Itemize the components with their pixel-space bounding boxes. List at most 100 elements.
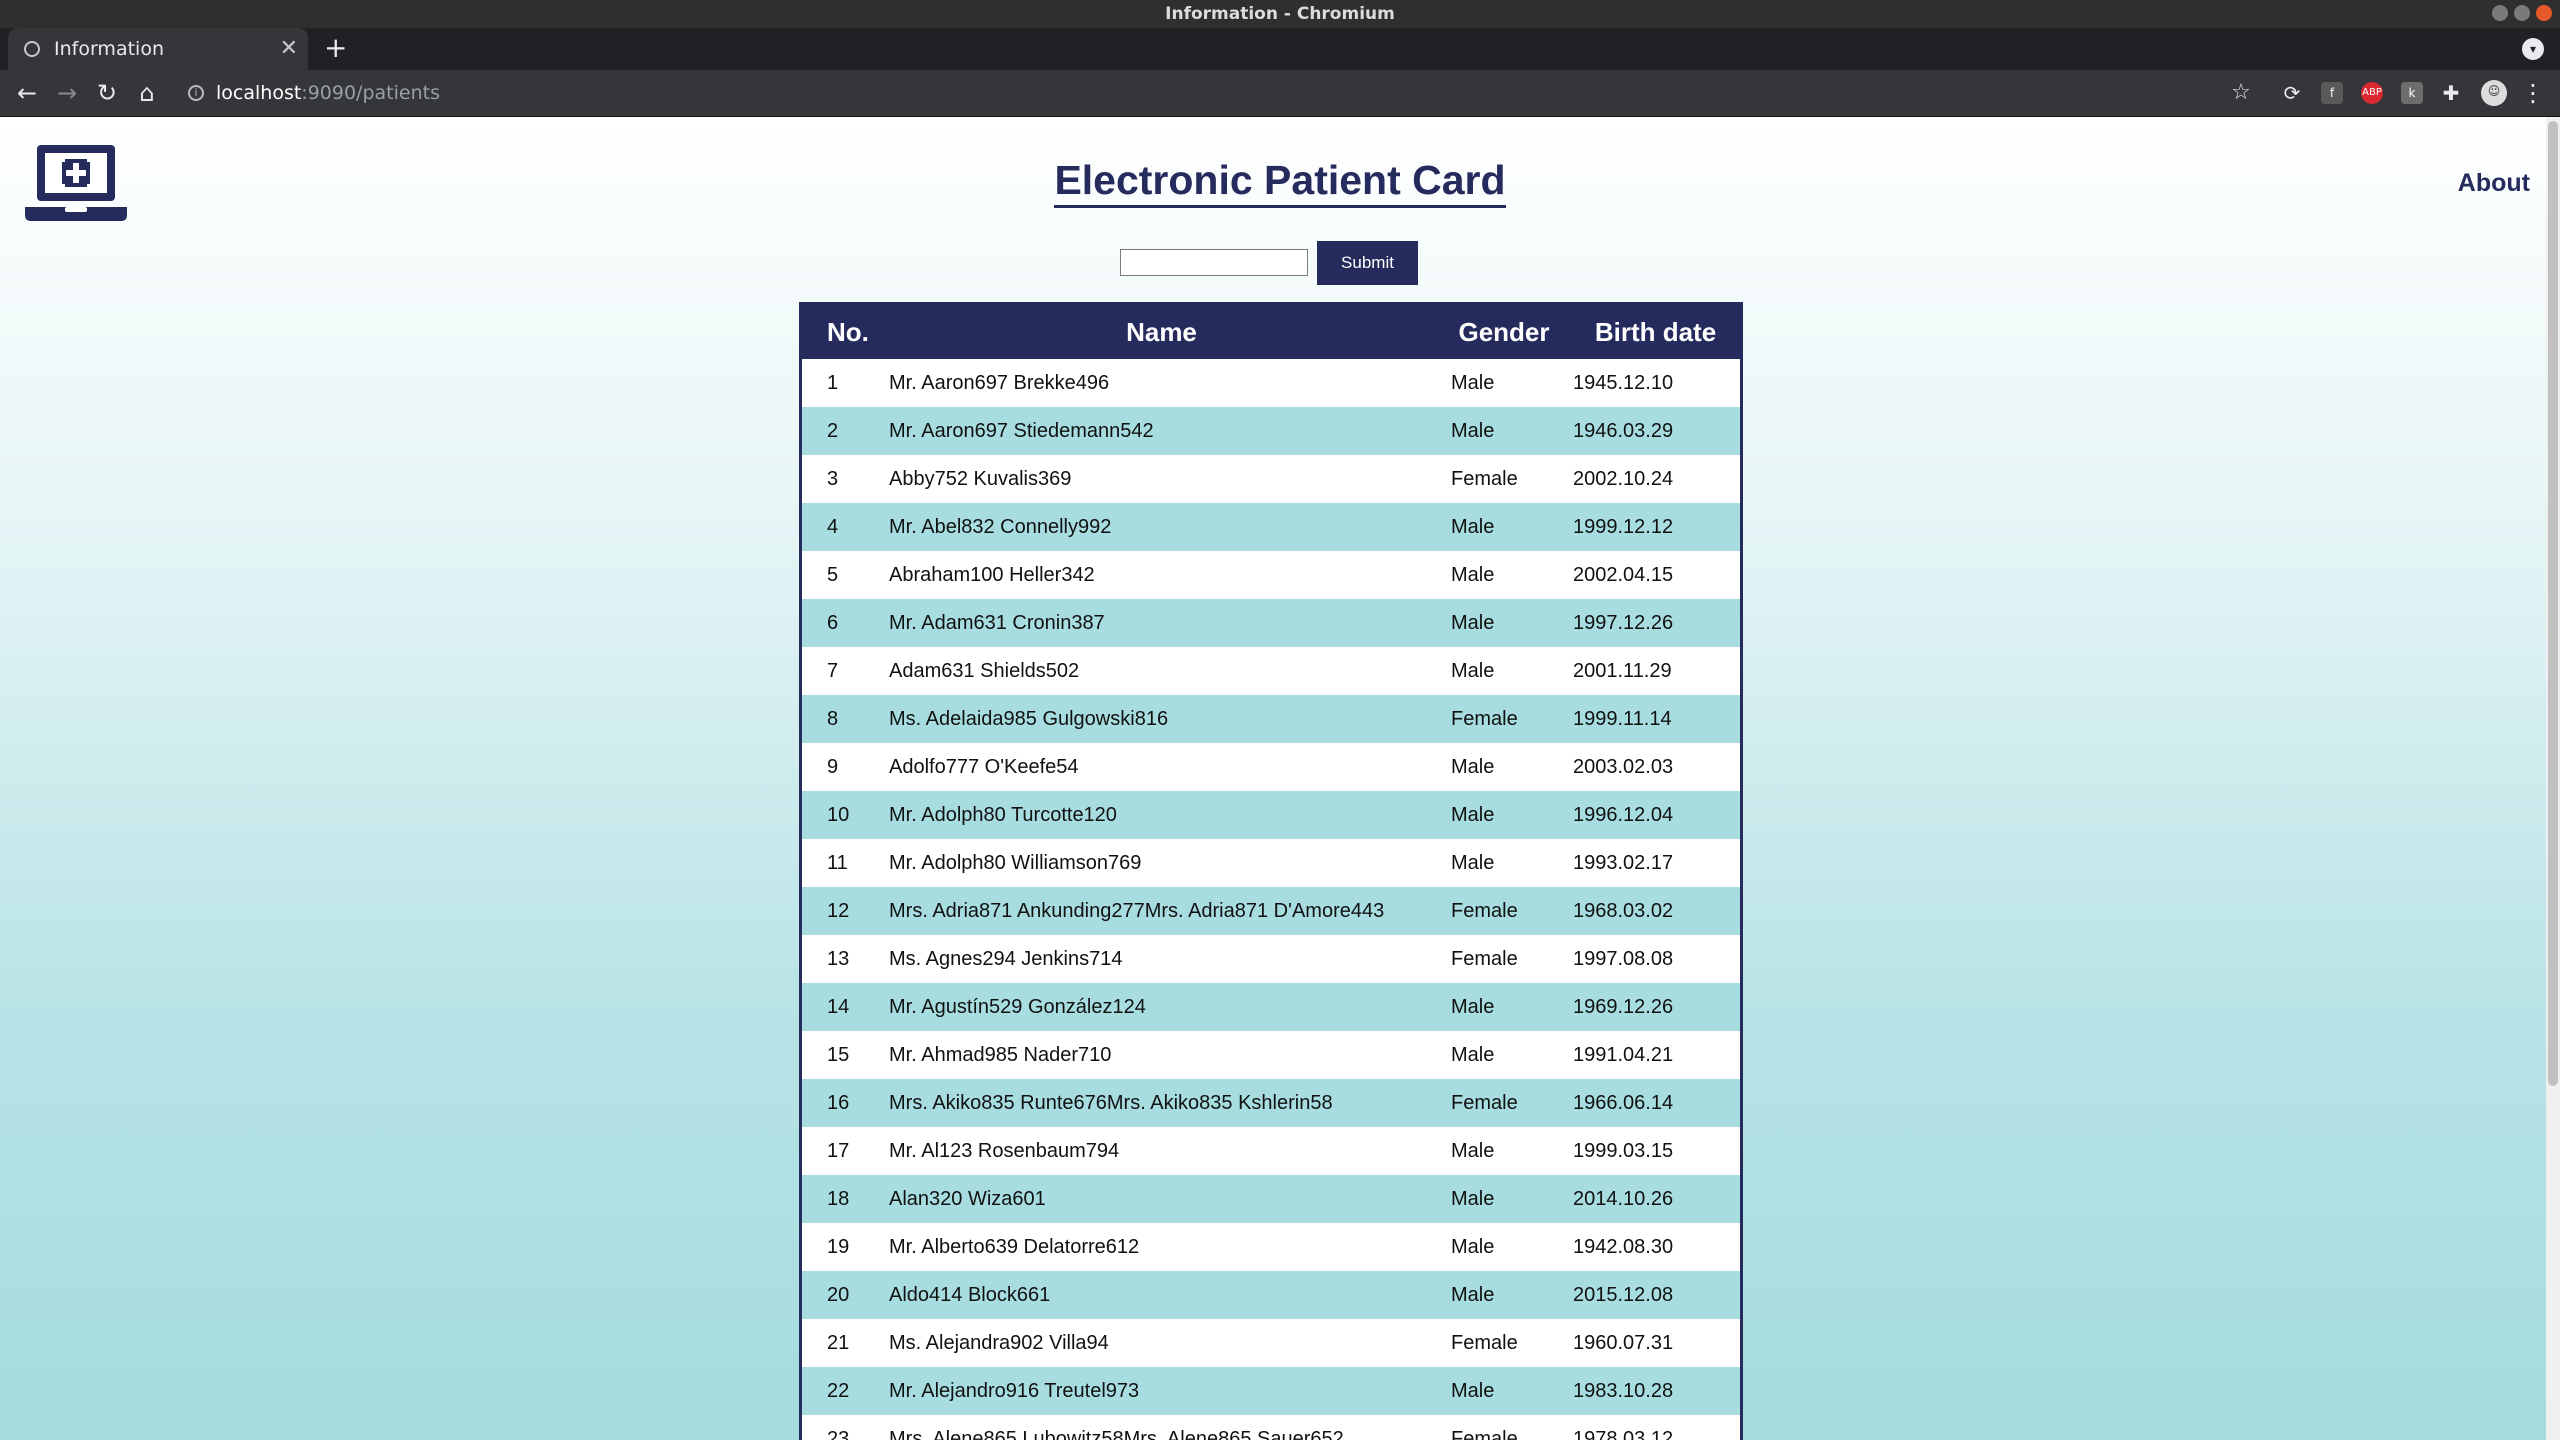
patient-number: 17 — [802, 1127, 886, 1175]
patient-birth-date: 1999.03.15 — [1571, 1127, 1740, 1175]
patient-name: Adam631 Shields502 — [886, 647, 1437, 695]
patient-number: 3 — [802, 455, 886, 503]
column-header-gender[interactable]: Gender — [1437, 305, 1571, 359]
about-link[interactable]: About — [2458, 169, 2530, 198]
tab-search-icon[interactable]: ▾ — [2522, 38, 2544, 60]
table-row[interactable]: 20 Aldo414 Block661 Male 2015.12.08 — [802, 1271, 1740, 1319]
patient-birth-date: 2002.04.15 — [1571, 551, 1740, 599]
table-row[interactable]: 11 Mr. Adolph80 Williamson769 Male 1993.02.… — [802, 839, 1740, 887]
reload-icon[interactable]: ↻ — [90, 70, 124, 116]
scrollbar-thumb[interactable] — [2548, 121, 2558, 1086]
globe-icon — [24, 41, 40, 57]
facebook-extension-icon[interactable]: f — [2321, 82, 2343, 104]
bookmark-star-icon[interactable]: ☆ — [2224, 70, 2258, 116]
patients-table: No. Name Gender Birth date 1 Mr. Aaron697… — [799, 302, 1743, 1440]
patient-gender: Male — [1437, 407, 1571, 455]
profile-avatar-icon[interactable]: ☺ — [2481, 80, 2507, 106]
table-row[interactable]: 1 Mr. Aaron697 Brekke496 Male 1945.12.10 — [802, 359, 1740, 407]
patient-name: Mr. Adam631 Cronin387 — [886, 599, 1437, 647]
search-input[interactable] — [1120, 249, 1308, 276]
patient-name: Mrs. Alene865 Lubowitz58Mrs. Alene865 Sa… — [886, 1415, 1437, 1440]
patient-name: Abraham100 Heller342 — [886, 551, 1437, 599]
site-info-icon[interactable]: i — [188, 85, 204, 101]
patient-name: Alan320 Wiza601 — [886, 1175, 1437, 1223]
url-text[interactable]: localhost:9090/patients — [216, 75, 440, 111]
minimize-icon[interactable] — [2492, 5, 2508, 21]
column-header-name[interactable]: Name — [886, 305, 1437, 359]
patient-number: 21 — [802, 1319, 886, 1367]
column-header-no[interactable]: No. — [802, 305, 886, 359]
sync-icon[interactable]: ⟳ — [2275, 70, 2309, 116]
tab-close-icon[interactable]: ✕ — [280, 28, 298, 70]
adblock-extension-icon[interactable]: ABP — [2361, 82, 2383, 104]
table-row[interactable]: 7 Adam631 Shields502 Male 2001.11.29 — [802, 647, 1740, 695]
home-icon[interactable]: ⌂ — [130, 70, 164, 116]
patient-birth-date: 1997.08.08 — [1571, 935, 1740, 983]
patient-birth-date: 1999.12.12 — [1571, 503, 1740, 551]
patient-name: Mr. Adolph80 Turcotte120 — [886, 791, 1437, 839]
new-tab-button[interactable]: + — [324, 28, 347, 70]
column-header-birth-date[interactable]: Birth date — [1571, 305, 1740, 359]
table-row[interactable]: 17 Mr. Al123 Rosenbaum794 Male 1999.03.15 — [802, 1127, 1740, 1175]
table-row[interactable]: 21 Ms. Alejandra902 Villa94 Female 1960.07.… — [802, 1319, 1740, 1367]
patient-birth-date: 1960.07.31 — [1571, 1319, 1740, 1367]
page-viewport: Electronic Patient Card About Submit No.… — [0, 117, 2560, 1440]
patient-number: 4 — [802, 503, 886, 551]
submit-button[interactable]: Submit — [1317, 241, 1418, 285]
table-row[interactable]: 19 Mr. Alberto639 Delatorre612 Male 1942.08… — [802, 1223, 1740, 1271]
table-row[interactable]: 18 Alan320 Wiza601 Male 2014.10.26 — [802, 1175, 1740, 1223]
patient-number: 10 — [802, 791, 886, 839]
tab-title: Information — [54, 38, 164, 60]
patient-number: 12 — [802, 887, 886, 935]
table-row[interactable]: 6 Mr. Adam631 Cronin387 Male 1997.12.26 — [802, 599, 1740, 647]
table-row[interactable]: 14 Mr. Agustín529 González124 Male 1969.12.… — [802, 983, 1740, 1031]
patient-gender: Female — [1437, 1415, 1571, 1440]
patient-gender: Male — [1437, 503, 1571, 551]
menu-dots-icon[interactable]: ⋮ — [2516, 70, 2550, 116]
tab-information[interactable]: Information ✕ — [8, 28, 308, 70]
patient-number: 13 — [802, 935, 886, 983]
patient-gender: Female — [1437, 1319, 1571, 1367]
patient-birth-date: 1945.12.10 — [1571, 359, 1740, 407]
patient-gender: Female — [1437, 887, 1571, 935]
puzzle-extensions-icon[interactable]: ✚ — [2434, 70, 2468, 116]
forward-arrow-icon[interactable]: → — [50, 70, 84, 116]
table-row[interactable]: 5 Abraham100 Heller342 Male 2002.04.15 — [802, 551, 1740, 599]
k-extension-icon[interactable]: k — [2401, 82, 2423, 104]
table-row[interactable]: 23 Mrs. Alene865 Lubowitz58Mrs. Alene865 … — [802, 1415, 1740, 1440]
window-title: Information - Chromium — [1165, 4, 1395, 24]
maximize-icon[interactable] — [2514, 5, 2530, 21]
table-row[interactable]: 10 Mr. Adolph80 Turcotte120 Male 1996.12.04 — [802, 791, 1740, 839]
table-row[interactable]: 12 Mrs. Adria871 Ankunding277Mrs. Adria87… — [802, 887, 1740, 935]
table-row[interactable]: 8 Ms. Adelaida985 Gulgowski816 Female 1999.… — [802, 695, 1740, 743]
patient-gender: Female — [1437, 935, 1571, 983]
patient-birth-date: 2015.12.08 — [1571, 1271, 1740, 1319]
close-window-icon[interactable] — [2536, 5, 2552, 21]
patient-gender: Male — [1437, 839, 1571, 887]
table-row[interactable]: 3 Abby752 Kuvalis369 Female 2002.10.24 — [802, 455, 1740, 503]
patient-gender: Male — [1437, 599, 1571, 647]
table-row[interactable]: 4 Mr. Abel832 Connelly992 Male 1999.12.12 — [802, 503, 1740, 551]
window-titlebar: Information - Chromium — [0, 0, 2560, 28]
patient-name: Mr. Aaron697 Stiedemann542 — [886, 407, 1437, 455]
page-scrollbar[interactable] — [2546, 117, 2560, 1440]
address-bar[interactable]: i localhost:9090/patients — [176, 75, 2246, 111]
table-row[interactable]: 16 Mrs. Akiko835 Runte676Mrs. Akiko835 Ks… — [802, 1079, 1740, 1127]
patient-gender: Male — [1437, 791, 1571, 839]
table-row[interactable]: 22 Mr. Alejandro916 Treutel973 Male 1983.10… — [802, 1367, 1740, 1415]
patient-number: 7 — [802, 647, 886, 695]
table-row[interactable]: 15 Mr. Ahmad985 Nader710 Male 1991.04.21 — [802, 1031, 1740, 1079]
patient-name: Mrs. Akiko835 Runte676Mrs. Akiko835 Kshl… — [886, 1079, 1437, 1127]
browser-toolbar: ← → ↻ ⌂ i localhost:9090/patients ☆ ⟳ f … — [0, 70, 2560, 117]
patient-birth-date: 1999.11.14 — [1571, 695, 1740, 743]
table-row[interactable]: 13 Ms. Agnes294 Jenkins714 Female 1997.08.0… — [802, 935, 1740, 983]
patient-number: 6 — [802, 599, 886, 647]
patient-name: Mr. Al123 Rosenbaum794 — [886, 1127, 1437, 1175]
patient-gender: Male — [1437, 1223, 1571, 1271]
table-row[interactable]: 9 Adolfo777 O'Keefe54 Male 2003.02.03 — [802, 743, 1740, 791]
patient-gender: Male — [1437, 1175, 1571, 1223]
back-arrow-icon[interactable]: ← — [10, 70, 44, 116]
patient-number: 20 — [802, 1271, 886, 1319]
patient-number: 15 — [802, 1031, 886, 1079]
table-row[interactable]: 2 Mr. Aaron697 Stiedemann542 Male 1946.03.2… — [802, 407, 1740, 455]
